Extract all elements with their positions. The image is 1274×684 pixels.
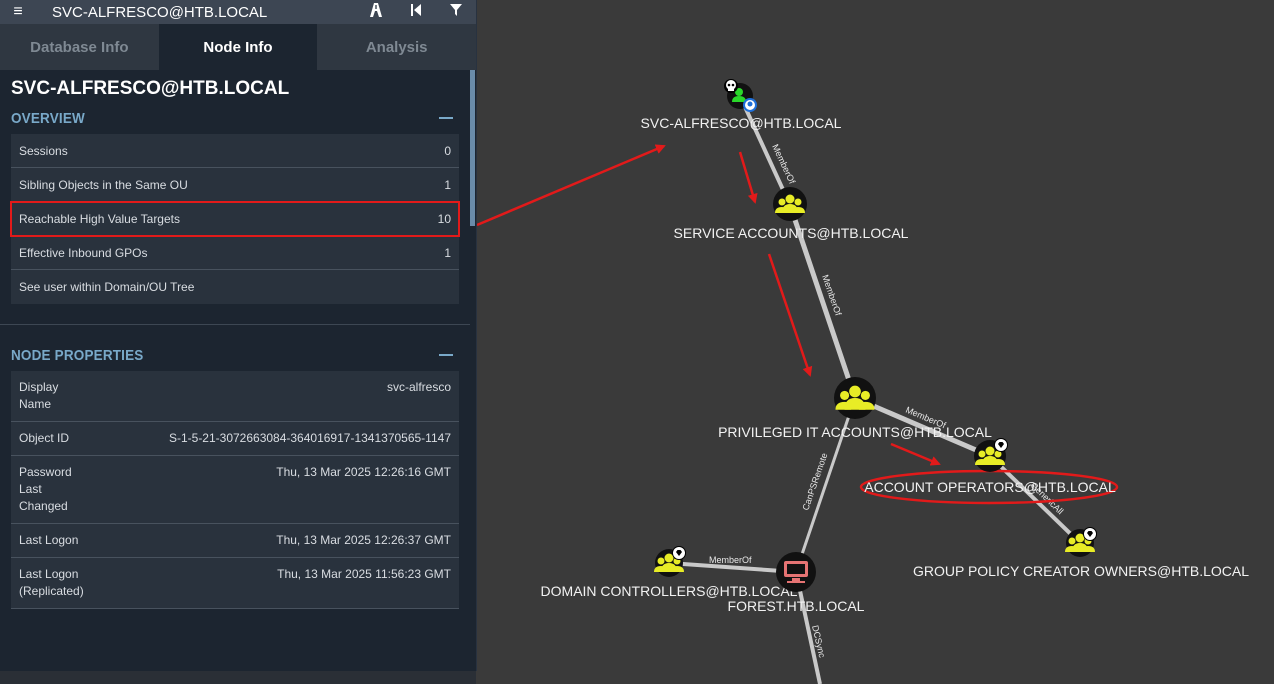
filter-icon[interactable]	[436, 3, 476, 21]
node-info-panel: ≡ SVC-ALFRESCO@HTB.LOCAL Database Info N…	[0, 0, 477, 671]
row-label: Object ID	[19, 431, 70, 445]
overview-header[interactable]: OVERVIEW	[0, 102, 470, 134]
property-row-object-id: Object ID S-1-5-21-3072663084-364016917-…	[11, 422, 459, 456]
overview-row-sibling-objects[interactable]: Sibling Objects in the Same OU 1	[11, 168, 459, 202]
row-value: 0	[444, 143, 451, 158]
row-value: 1	[444, 177, 451, 192]
node-privileged-it-accounts[interactable]	[834, 377, 876, 419]
tab-node-info[interactable]: Node Info	[158, 24, 318, 70]
panel-tabs: Database Info Node Info Analysis	[0, 24, 476, 70]
node-label-forest[interactable]: FOREST.HTB.LOCAL	[728, 598, 865, 614]
tab-database-info[interactable]: Database Info	[0, 24, 159, 70]
property-row-display-name: Display Name svc-alfresco	[11, 371, 459, 422]
overview-row-see-user-tree[interactable]: See user within Domain/OU Tree	[11, 270, 459, 304]
node-properties-table: Display Name svc-alfresco Object ID S-1-…	[11, 371, 459, 609]
search-bar: ≡ SVC-ALFRESCO@HTB.LOCAL	[0, 0, 476, 24]
node-label-svc-alfresco[interactable]: SVC-ALFRESCO@HTB.LOCAL	[641, 115, 842, 131]
overview-table: Sessions 0 Sibling Objects in the Same O…	[10, 134, 460, 304]
node-svc-alfresco[interactable]	[724, 79, 757, 112]
row-value: 1	[444, 245, 451, 260]
row-label: Display Name	[19, 380, 59, 411]
overview-title: OVERVIEW	[11, 109, 85, 127]
node-service-accounts[interactable]	[773, 187, 807, 221]
edge-label: MemberOf	[709, 555, 752, 565]
row-label: Password Last Changed	[19, 465, 72, 513]
menu-icon[interactable]: ≡	[0, 3, 36, 21]
node-label-service-accounts[interactable]: SERVICE ACCOUNTS@HTB.LOCAL	[674, 225, 909, 241]
node-forest[interactable]	[776, 552, 816, 592]
row-value: Thu, 13 Mar 2025 12:26:37 GMT	[276, 533, 451, 547]
overview-row-reachable-high-value-targets[interactable]: Reachable High Value Targets 10	[10, 201, 460, 237]
row-value: svc-alfresco	[386, 380, 451, 394]
node-domain-controllers[interactable]	[654, 546, 686, 577]
node-label-account-operators[interactable]: ACCOUNT OPERATORS@HTB.LOCAL	[864, 479, 1116, 495]
row-value: S-1-5-21-3072663084-364016917-1341370565…	[168, 431, 451, 445]
node-properties-title: NODE PROPERTIES	[11, 346, 144, 364]
scrollbar[interactable]	[470, 70, 475, 226]
skull-icon	[724, 79, 738, 93]
back-icon[interactable]	[396, 3, 436, 21]
overview-row-sessions[interactable]: Sessions 0	[11, 134, 459, 168]
property-row-last-logon: Last Logon Thu, 13 Mar 2025 12:26:37 GMT	[11, 524, 459, 558]
annotation-arrows	[476, 144, 941, 466]
row-value: 10	[437, 211, 451, 226]
overview-row-inbound-gpos[interactable]: Effective Inbound GPOs 1	[11, 236, 459, 270]
row-label: Effective Inbound GPOs	[19, 245, 148, 260]
path-finding-icon[interactable]	[356, 2, 396, 22]
edge-label: MemberOf	[770, 143, 797, 186]
row-label: Reachable High Value Targets	[19, 211, 180, 226]
tab-analysis[interactable]: Analysis	[317, 24, 476, 70]
row-label: Sibling Objects in the Same OU	[19, 177, 188, 192]
owned-icon	[743, 98, 757, 112]
high-value-icon	[672, 546, 686, 560]
section-divider	[0, 324, 470, 325]
panel-footer	[0, 671, 476, 684]
collapse-icon[interactable]	[439, 354, 453, 356]
row-label: Sessions	[19, 143, 68, 158]
row-label: Last Logon	[19, 533, 79, 547]
node-label-domain-controllers[interactable]: DOMAIN CONTROLLERS@HTB.LOCAL	[541, 583, 798, 599]
search-input[interactable]: SVC-ALFRESCO@HTB.LOCAL	[36, 4, 356, 21]
collapse-icon[interactable]	[439, 117, 453, 119]
high-value-icon	[1083, 527, 1097, 541]
node-properties-header[interactable]: NODE PROPERTIES	[0, 339, 470, 371]
row-value: Thu, 13 Mar 2025 12:26:16 GMT	[276, 465, 451, 479]
property-row-password-last-changed: Password Last Changed Thu, 13 Mar 2025 1…	[11, 456, 459, 524]
node-label-privileged-it-accounts[interactable]: PRIVILEGED IT ACCOUNTS@HTB.LOCAL	[718, 424, 992, 440]
row-label: Last Logon (Replicated)	[19, 567, 84, 598]
node-label-group-policy-creator-owners[interactable]: GROUP POLICY CREATOR OWNERS@HTB.LOCAL	[913, 563, 1249, 579]
node-title: SVC-ALFRESCO@HTB.LOCAL	[11, 78, 290, 99]
property-row-last-logon-replicated: Last Logon (Replicated) Thu, 13 Mar 2025…	[11, 558, 459, 609]
high-value-icon	[994, 438, 1008, 452]
row-value: Thu, 13 Mar 2025 11:56:23 GMT	[277, 567, 451, 581]
row-label: See user within Domain/OU Tree	[19, 280, 195, 294]
panel-content: SVC-ALFRESCO@HTB.LOCAL OVERVIEW Sessions…	[0, 70, 470, 671]
